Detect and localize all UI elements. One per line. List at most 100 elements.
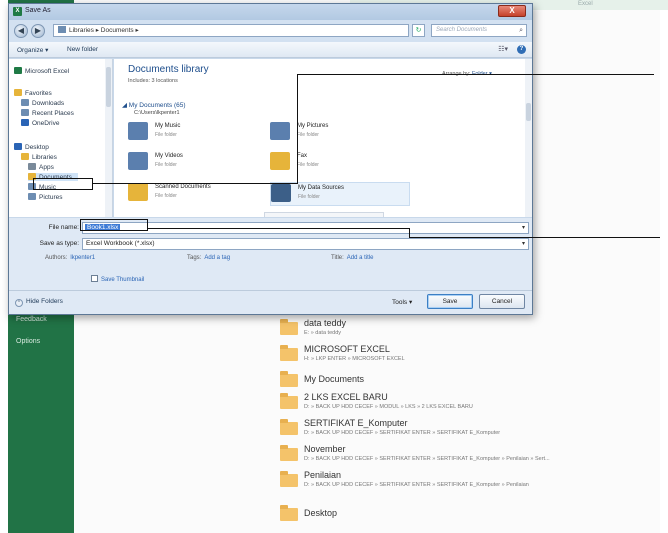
recent-folder-name: Desktop [304, 508, 338, 518]
nav-item-onedrive[interactable]: OneDrive [21, 119, 59, 127]
backstage-options[interactable]: Options [16, 338, 40, 345]
recent-folder-name: MICROSOFT EXCEL [304, 344, 390, 354]
nav-item-label: Favorites [25, 90, 52, 97]
search-input[interactable]: Search Documents ⌕ [431, 24, 527, 37]
file-item[interactable]: My Videos File folder [128, 151, 268, 175]
folder-icon [280, 345, 298, 361]
nav-item-apps[interactable]: Apps [28, 163, 54, 171]
recent-folder-item[interactable]: November D: » BACK UP HDD CECEF » SERTIF… [280, 444, 640, 468]
help-icon[interactable]: ? [517, 45, 526, 54]
nav-item-favorites[interactable]: Favorites [14, 89, 52, 97]
chevron-down-icon[interactable]: ▾ [522, 239, 525, 249]
recent-folder-item[interactable]: MICROSOFT EXCEL H: » LKP ENTER » MICROSO… [280, 344, 640, 368]
recent-folder-item[interactable]: data teddy E: » data teddy [280, 318, 640, 342]
desktop-icon [14, 143, 22, 150]
recent-folder-path: H: » LKP ENTER » MICROSOFT EXCEL [304, 356, 405, 362]
recent-folder-item[interactable]: Desktop [280, 504, 640, 528]
callout-line [409, 237, 660, 238]
authors-value[interactable]: lkpenter1 [70, 255, 95, 261]
recent-folder-item[interactable]: My Documents [280, 370, 640, 390]
content-scrollbar[interactable] [525, 59, 532, 217]
nav-item-recent-places[interactable]: Recent Places [21, 109, 74, 117]
nav-item-label: OneDrive [32, 120, 60, 127]
back-arrow-icon[interactable]: ◀ [14, 24, 28, 38]
recent-folder-item[interactable]: SERTIFIKAT E_Komputer D: » BACK UP HDD C… [280, 418, 640, 442]
save-type-select[interactable]: Excel Workbook (*.xlsx) ▾ [82, 238, 529, 250]
group-header[interactable]: ◢ My Documents (65) [122, 101, 186, 109]
file-item[interactable]: Fax File folder [270, 151, 410, 175]
organize-button[interactable]: Organize ▾ [17, 46, 48, 54]
authors-field[interactable]: Authors: lkpenter1 [45, 255, 95, 261]
backstage-top-text: Excel [578, 1, 593, 7]
nav-item-label: Libraries [32, 154, 57, 161]
file-list-pane: Documents library Includes: 3 locations … [114, 59, 532, 217]
recent-folder-path: D: » BACK UP HDD CECEF » SERTIFIKAT ENTE… [304, 456, 550, 462]
recent-folder-name: Penilaian [304, 470, 342, 480]
pictures-icon [28, 193, 36, 200]
nav-scrollbar[interactable] [105, 59, 112, 217]
title-value[interactable]: Add a title [347, 255, 374, 261]
tags-value[interactable]: Add a tag [204, 255, 230, 261]
save-type-label: Save as type: [39, 240, 79, 247]
view-options-icon[interactable]: ☷▾ [498, 45, 508, 53]
folder-icon [280, 371, 298, 387]
address-bar[interactable]: Libraries ▸ Documents ▸ [53, 24, 409, 37]
checkbox-icon[interactable] [91, 275, 98, 282]
new-folder-button[interactable]: New folder [67, 46, 98, 53]
save-button[interactable]: Save [427, 294, 473, 309]
libraries-icon [21, 153, 29, 160]
folder-icon [280, 471, 298, 487]
hover-tooltip [264, 212, 384, 217]
tags-field[interactable]: Tags: Add a tag [187, 255, 230, 261]
chevron-down-icon[interactable]: ▾ [522, 223, 525, 233]
videos-folder-icon [128, 152, 148, 170]
nav-item-label: Pictures [39, 194, 63, 201]
nav-item-pictures[interactable]: Pictures [28, 193, 62, 201]
file-name: My Pictures [297, 123, 329, 129]
forward-arrow-icon[interactable]: ▶ [31, 24, 45, 38]
nav-item-downloads[interactable]: Downloads [21, 99, 64, 107]
excel-icon [14, 67, 22, 74]
callout-line [148, 228, 410, 229]
cloud-icon [21, 119, 29, 126]
folder-icon [280, 419, 298, 435]
recent-folder-item[interactable]: 2 LKS EXCEL BARU D: » BACK UP HDD CECEF … [280, 392, 640, 416]
save-thumbnail-checkbox[interactable]: Save Thumbnail [91, 275, 144, 283]
callout-box-documents [33, 178, 93, 190]
backstage-feedback[interactable]: Feedback [16, 316, 47, 323]
hide-folders-button[interactable]: ⌃ Hide Folders [15, 298, 63, 307]
recent-places-icon [21, 109, 29, 116]
library-subtitle[interactable]: Includes: 3 locations [128, 78, 178, 84]
title-field[interactable]: Title: Add a title [331, 255, 373, 261]
file-item[interactable]: My Pictures File folder [270, 121, 410, 145]
dialog-titlebar[interactable]: X Save As X [9, 4, 532, 20]
breadcrumb[interactable]: Libraries ▸ Documents ▸ [69, 27, 139, 34]
recent-folder-item[interactable]: Penilaian D: » BACK UP HDD CECEF » SERTI… [280, 470, 640, 494]
authors-label: Authors: [45, 255, 68, 261]
nav-item-microsoft-excel[interactable]: Microsoft Excel [14, 67, 69, 75]
file-item[interactable]: My Music File folder [128, 121, 268, 145]
nav-item-desktop[interactable]: Desktop [14, 143, 49, 151]
refresh-icon[interactable]: ↻ [412, 24, 425, 37]
music-folder-icon [128, 122, 148, 140]
excel-icon: X [13, 7, 22, 16]
search-placeholder: Search Documents [436, 27, 488, 33]
divider [9, 290, 532, 291]
nav-item-label: Apps [39, 164, 54, 171]
tools-button[interactable]: Tools ▾ [392, 298, 412, 306]
save-thumbnail-label: Save Thumbnail [101, 277, 145, 283]
title-label: Title: [331, 255, 344, 261]
recent-folder-path: D: » BACK UP HDD CECEF » SERTIFIKAT ENTE… [304, 482, 529, 488]
cancel-button[interactable]: Cancel [479, 294, 525, 309]
fax-folder-icon [270, 152, 290, 170]
file-name: My Music [155, 123, 181, 129]
navigation-pane: Microsoft Excel Favorites Downloads Rece… [9, 59, 113, 217]
nav-scroll-thumb[interactable] [106, 67, 111, 107]
file-item[interactable]: My Data Sources File folder [270, 182, 410, 206]
nav-item-label: Downloads [32, 100, 65, 107]
file-item[interactable]: Scanned Documents File folder [128, 182, 268, 206]
dialog-title: Save As [25, 7, 51, 14]
close-button[interactable]: X [498, 5, 526, 17]
nav-item-libraries[interactable]: Libraries [21, 153, 57, 161]
content-scroll-thumb[interactable] [526, 103, 531, 121]
